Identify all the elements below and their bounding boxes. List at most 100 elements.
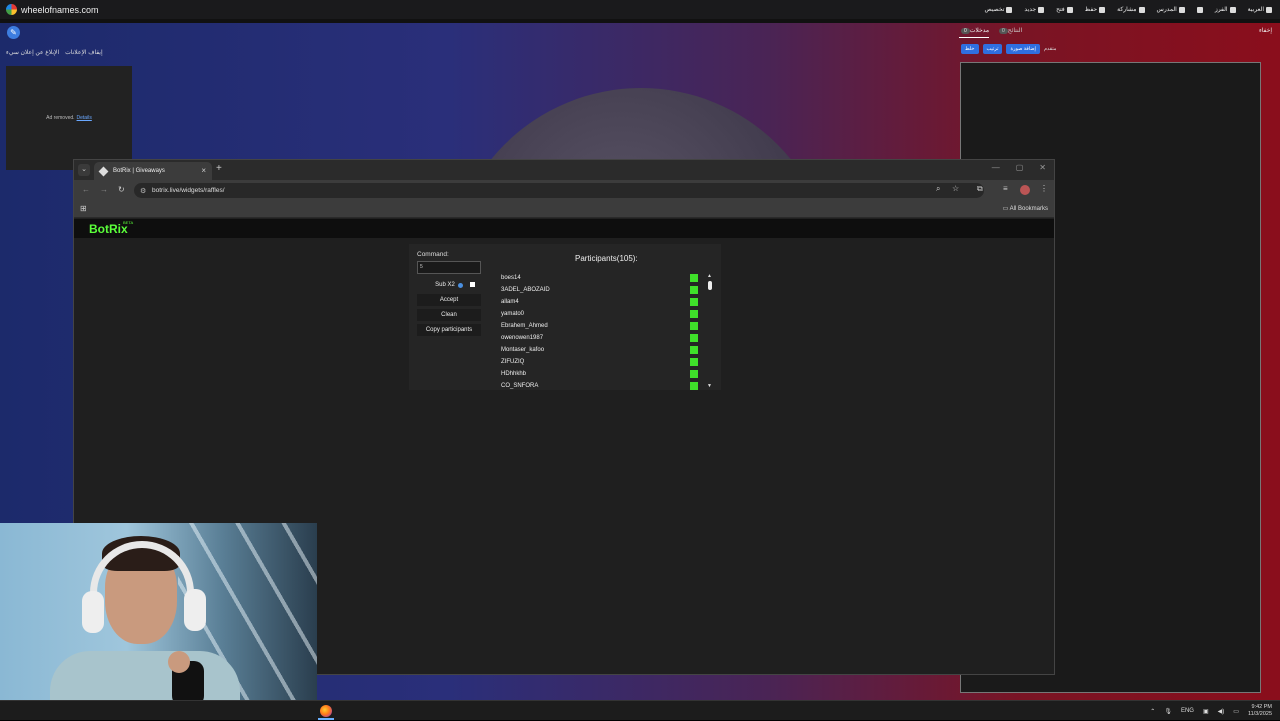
tab-entries[interactable]: مدخلات0 [959, 27, 990, 38]
site-logo[interactable]: wheelofnames.com [6, 4, 99, 15]
info-icon[interactable] [457, 282, 463, 288]
sub-x2-checkbox[interactable] [470, 282, 475, 287]
profile-avatar[interactable] [1020, 185, 1030, 195]
tab-strip: ⌄ BotRix | Giveaways × + — ▢ ✕ [74, 160, 1054, 180]
beta-badge: BETA [123, 220, 134, 225]
system-tray: ⌃ 🎙 ENG ▣ ◀) ▭ 9:42 PM 11/3/2025 [1150, 701, 1272, 721]
forward-icon[interactable]: → [100, 185, 108, 194]
reload-icon[interactable]: ↻ [118, 185, 125, 194]
kick-icon[interactable] [690, 286, 698, 294]
new-tab-button[interactable]: + [216, 163, 222, 174]
webcam-overlay [0, 523, 317, 700]
results-count-badge: 0 [999, 28, 1008, 34]
botrix-header: BotRix BETA [74, 219, 1054, 238]
share-icon [1138, 6, 1145, 13]
file-icon [1038, 6, 1045, 13]
menu-item-customize[interactable]: تخصيص [985, 6, 1013, 13]
menu-item-language[interactable]: العربية [1248, 6, 1272, 13]
zoom-search-icon[interactable]: ⌕ [936, 184, 940, 194]
battery-icon[interactable]: ▭ [1233, 708, 1239, 715]
extensions-icon[interactable]: ⧉ [977, 184, 983, 194]
kick-icon[interactable] [690, 346, 698, 354]
close-tab-icon[interactable]: × [201, 166, 206, 175]
raffle-widget: Command: 5 Sub X2 Accept Clean Copy part… [409, 244, 721, 390]
botrix-logo[interactable]: BotRix [89, 222, 128, 236]
language-indicator[interactable]: ENG [1181, 708, 1194, 714]
entries-count-badge: 0 [961, 28, 970, 34]
shuffle-button[interactable]: خلط [961, 44, 979, 54]
chevron-up-icon[interactable]: ⌃ [1150, 708, 1155, 715]
kick-icon[interactable] [690, 310, 698, 318]
all-bookmarks-button[interactable]: ▭ All Bookmarks [1003, 205, 1048, 212]
tab-botrix[interactable]: BotRix | Giveaways × [94, 162, 212, 180]
bookmark-star-icon[interactable]: ☆ [952, 184, 959, 193]
accept-button[interactable]: Accept [417, 294, 481, 306]
wheel-logo-icon [6, 4, 17, 15]
clean-button[interactable]: Clean [417, 309, 481, 321]
tab-results[interactable]: النتائج0 [997, 27, 1022, 34]
palette-icon [1006, 6, 1013, 13]
site-top-bar: wheelofnames.com العربية الفرز المدرس مش… [0, 0, 1280, 19]
report-ad-link[interactable]: الإبلاغ عن إعلان سيء [6, 49, 59, 56]
list-item: ZIFUZIQ [497, 356, 705, 368]
menu-item-fullscreen[interactable] [1196, 6, 1203, 13]
add-image-button[interactable]: إضافة صورة [1006, 44, 1040, 54]
menu-item-new[interactable]: جديد [1024, 6, 1045, 13]
command-input[interactable]: 5 [417, 261, 481, 274]
scroll-up-icon[interactable]: ▲ [707, 273, 712, 279]
ad-details-link[interactable]: Details [77, 115, 92, 121]
media-icon[interactable]: ≡ [1003, 184, 1008, 193]
menu-item-open[interactable]: فتح [1056, 6, 1073, 13]
network-icon[interactable]: ▣ [1203, 708, 1209, 715]
clock[interactable]: 9:42 PM 11/3/2025 [1248, 704, 1272, 718]
tab-search-button[interactable]: ⌄ [78, 164, 90, 176]
close-window-icon[interactable]: ✕ [1039, 163, 1046, 172]
copy-participants-button[interactable]: Copy participants [417, 324, 481, 336]
maximize-icon[interactable]: ▢ [1016, 163, 1024, 172]
menu-item-teacher[interactable]: المدرس [1157, 6, 1185, 13]
kick-icon[interactable] [690, 358, 698, 366]
folder-icon [1066, 6, 1073, 13]
menu-item-save[interactable]: حفظ [1085, 6, 1106, 13]
menu-kebab-icon[interactable]: ⋮ [1040, 184, 1048, 193]
browser-toolbar: ← → ↻ ⚙ botrix.live/widgets/raffles/ ⌕ ☆… [74, 180, 1054, 200]
list-item: yamato0 [497, 308, 705, 320]
back-icon[interactable]: ← [82, 185, 90, 194]
command-label: Command: [417, 251, 449, 258]
edit-pencil-button[interactable]: ✎ [7, 26, 20, 39]
disable-ads-link[interactable]: إيقاف الإعلانات [65, 49, 102, 56]
kick-icon[interactable] [690, 334, 698, 342]
kick-icon[interactable] [690, 274, 698, 282]
advanced-checkbox[interactable]: متقدم [1044, 46, 1056, 52]
entries-controls: خلط ترتيب إضافة صورة متقدم [961, 44, 1056, 54]
menu-item-sort[interactable]: الفرز [1215, 6, 1236, 13]
search-icon [1178, 6, 1185, 13]
site-name: wheelofnames.com [21, 4, 99, 15]
globe-icon [1266, 6, 1272, 13]
kick-icon[interactable] [690, 382, 698, 390]
apps-grid-icon[interactable]: ⊞ [80, 204, 87, 213]
list-item: 3ADEL_ABOZAID [497, 284, 705, 296]
list-item: Ebrahem_Ahmed [497, 320, 705, 332]
bookmarks-bar: ⊞ ▭ All Bookmarks [74, 200, 1054, 218]
hide-toggle[interactable]: إخفاء [1259, 27, 1272, 34]
participants-scrollbar[interactable]: ▲ ▼ [707, 273, 713, 389]
address-bar[interactable]: ⚙ botrix.live/widgets/raffles/ [134, 183, 984, 198]
kick-icon[interactable] [690, 322, 698, 330]
sort-button[interactable]: ترتيب [982, 44, 1003, 54]
kick-icon[interactable] [690, 370, 698, 378]
minimize-icon[interactable]: — [992, 163, 1000, 172]
volume-icon[interactable]: ◀) [1218, 708, 1225, 715]
tab-title: BotRix | Giveaways [113, 168, 165, 174]
site-menu: العربية الفرز المدرس مشاركة حفظ فتح جديد… [985, 0, 1272, 19]
firefox-icon[interactable] [320, 705, 332, 717]
kick-icon[interactable] [690, 298, 698, 306]
site-info-icon[interactable]: ⚙ [140, 184, 146, 199]
scroll-thumb[interactable] [708, 281, 712, 290]
menu-item-share[interactable]: مشاركة [1117, 6, 1145, 13]
list-item: Montaser_kafoo [497, 344, 705, 356]
mic-icon[interactable]: 🎙 [1164, 708, 1172, 715]
scroll-down-icon[interactable]: ▼ [707, 383, 712, 389]
url-text: botrix.live/widgets/raffles/ [152, 187, 225, 194]
list-item: CO_SNFORA [497, 380, 705, 390]
